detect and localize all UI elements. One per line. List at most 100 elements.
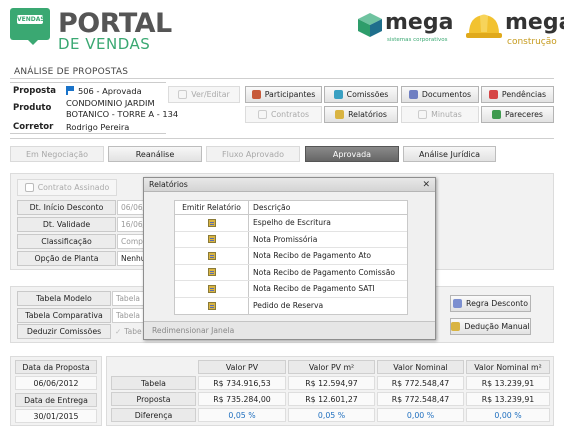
contract-icon — [257, 110, 267, 119]
report-description: Espelho de Escritura — [253, 218, 331, 228]
tab-reanalise[interactable]: Reanálise — [108, 146, 202, 162]
relatorios-dialog: Relatórios ✕ Emitir Relatório Descrição … — [143, 177, 436, 340]
dt-inicio-desconto-label: Dt. Início Desconto — [17, 200, 116, 215]
opcao-planta-label: Opção de Planta — [17, 251, 116, 266]
documentos-button[interactable]: Documentos — [401, 86, 479, 103]
relatorios-button[interactable]: Relatórios — [324, 106, 398, 123]
reports-table: Emitir Relatório Descrição Espelho de Es… — [174, 200, 408, 315]
produto-value-line2: BOTANICO - TORRE A - 134 — [66, 109, 179, 119]
dialog-title: Relatórios — [149, 180, 188, 189]
ver-editar-label: Ver/Editar — [191, 90, 230, 99]
data-entrega-label: Data de Entrega — [15, 393, 97, 407]
pareceres-button[interactable]: Pareceres — [481, 106, 554, 123]
participantes-button[interactable]: Participantes — [245, 86, 322, 103]
comissoes-label: Comissões — [346, 90, 389, 99]
regra-desconto-button[interactable]: Regra Desconto — [450, 295, 531, 312]
tabela-modelo-select[interactable]: Tabela Ma — [112, 291, 144, 306]
mega-construcao-subtitle: construção — [507, 37, 557, 47]
portal-logo-badge: VENDAS — [10, 8, 50, 40]
valor-nominal-m2-header: Valor Nominal m² — [466, 360, 550, 374]
dt-validade-label: Dt. Validade — [17, 217, 116, 232]
documentos-label: Documentos — [421, 90, 472, 99]
table-row: Nota Recibo de Pagamento Comissão — [175, 264, 407, 281]
tab-em-negociacao[interactable]: Em Negociação — [10, 146, 104, 162]
print-report-icon[interactable] — [207, 284, 216, 293]
print-report-icon[interactable] — [207, 218, 216, 227]
corretor-label: Corretor — [13, 122, 54, 132]
tabela-valor-nominal-m2: R$ 13.239,91 — [466, 376, 550, 390]
report-description: Nota Recibo de Pagamento Ato — [253, 251, 372, 261]
contrato-assinado-checkbox[interactable]: Contrato Assinado — [17, 179, 117, 196]
pendencias-button[interactable]: Pendências — [481, 86, 554, 103]
proposta-value: 506 - Aprovada — [78, 86, 142, 96]
hard-hat-logo-icon — [466, 14, 502, 38]
pareceres-label: Pareceres — [505, 110, 543, 119]
edit-icon — [178, 90, 188, 99]
participantes-label: Participantes — [264, 90, 316, 99]
deduzir-comissoes-label: Deduzir Comissões — [17, 324, 111, 339]
minutas-label: Minutas — [431, 110, 462, 119]
tabela-row-label: Tabela — [111, 376, 196, 390]
pin-icon — [488, 90, 498, 99]
report-description: Nota Recibo de Pagamento Comissão — [253, 267, 396, 277]
draft-icon — [418, 110, 428, 119]
tab-analise-juridica[interactable]: Análise Jurídica — [403, 146, 496, 162]
proposta-valor-pv-m2: R$ 12.601,27 — [288, 392, 375, 406]
table-row: Nota Recibo de Pagamento SATI — [175, 281, 407, 298]
diferenca-valor-pv-m2: 0,05 % — [288, 408, 375, 422]
print-report-icon[interactable] — [207, 251, 216, 260]
tabela-modelo-label: Tabela Modelo — [17, 291, 111, 306]
tabela-comparativa-select[interactable]: Tabela Ma — [112, 308, 144, 323]
data-proposta-value: 06/06/2012 — [15, 376, 97, 390]
produto-value-line1: CONDOMINIO JARDIM — [66, 98, 155, 108]
documents-icon — [408, 90, 418, 99]
dialog-titlebar[interactable]: Relatórios ✕ — [144, 178, 435, 192]
print-report-icon[interactable] — [207, 268, 216, 277]
print-report-icon[interactable] — [207, 301, 216, 310]
deducao-manual-button[interactable]: Dedução Manual — [450, 318, 531, 335]
calculator-icon — [453, 299, 463, 308]
diferenca-valor-nominal: 0,00 % — [377, 408, 464, 422]
pendencias-label: Pendências — [501, 90, 547, 99]
corretor-value: Rodrigo Pereira — [66, 122, 130, 132]
minutas-button[interactable]: Minutas — [401, 106, 479, 123]
diferenca-valor-pv: 0,05 % — [198, 408, 286, 422]
deduzir-value: Tabe — [124, 327, 142, 336]
contratos-label: Contratos — [270, 110, 310, 119]
deducao-manual-label: Dedução Manual — [464, 322, 530, 331]
emitir-relatorio-header: Emitir Relatório — [175, 201, 249, 214]
descricao-header: Descrição — [253, 203, 291, 212]
comissoes-button[interactable]: Comissões — [324, 86, 398, 103]
tab-fluxo-aprovado[interactable]: Fluxo Aprovado — [206, 146, 300, 162]
mega-cube-logo-icon — [358, 13, 382, 37]
classificacao-label: Classificação — [17, 234, 116, 249]
logo-badge-tail — [26, 38, 40, 45]
table-row: Nota Recibo de Pagamento Ato — [175, 248, 407, 265]
print-report-icon[interactable] — [207, 235, 216, 244]
produto-label: Produto — [13, 103, 52, 113]
ver-editar-button[interactable]: Ver/Editar — [168, 86, 240, 103]
diferenca-valor-nominal-m2: 0,00 % — [466, 408, 550, 422]
report-icon — [335, 110, 345, 119]
tabela-valor-pv: R$ 734.916,53 — [198, 376, 286, 390]
proposta-valor-nominal-m2: R$ 13.239,91 — [466, 392, 550, 406]
contratos-button[interactable]: Contratos — [245, 106, 322, 123]
relatorios-label: Relatórios — [348, 110, 387, 119]
deduzir-comissoes-check[interactable]: ✓ Tabe — [112, 324, 144, 339]
tabela-valor-nominal: R$ 772.548,47 — [377, 376, 464, 390]
tabela-valor-pv-m2: R$ 12.594,97 — [288, 376, 375, 390]
data-entrega-value: 30/01/2015 — [15, 409, 97, 423]
resize-window-bar[interactable]: Redimensionar Janela — [144, 321, 435, 339]
report-description: Pedido de Reserva — [253, 301, 324, 311]
brand-de-vendas: DE VENDAS — [58, 35, 151, 53]
close-icon[interactable]: ✕ — [422, 180, 430, 190]
valor-nominal-header: Valor Nominal — [377, 360, 464, 374]
tree-icon — [492, 110, 502, 119]
table-row: Espelho de Escritura — [175, 215, 407, 232]
valor-pv-m2-header: Valor PV m² — [288, 360, 375, 374]
table-row: Pedido de Reserva — [175, 297, 407, 314]
checkbox-icon — [24, 183, 34, 192]
report-description: Nota Promissória — [253, 234, 318, 244]
tab-aprovada[interactable]: Aprovada — [305, 146, 399, 162]
valor-pv-header: Valor PV — [198, 360, 286, 374]
